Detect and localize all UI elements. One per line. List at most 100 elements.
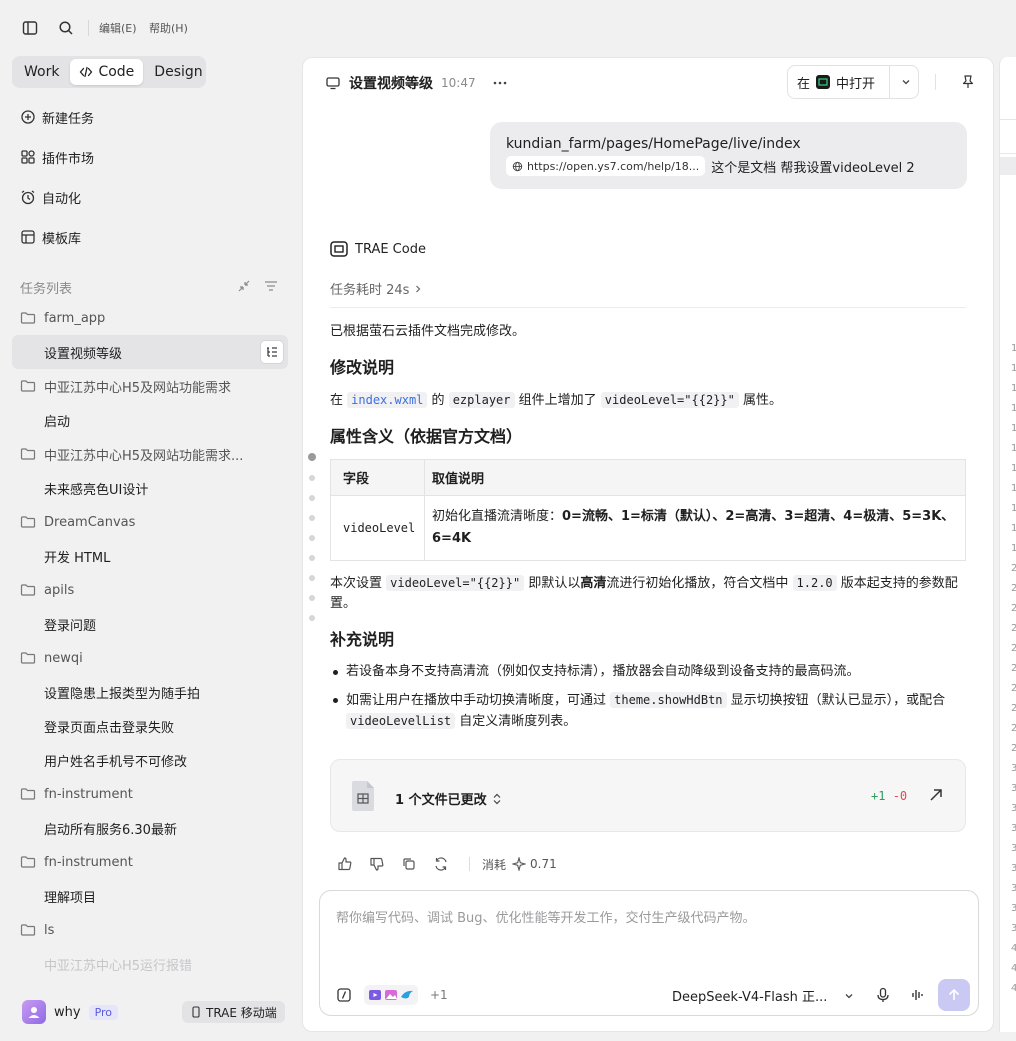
outline-dot[interactable] — [309, 575, 315, 581]
file-link[interactable]: index.wxml — [347, 392, 428, 408]
task-item[interactable]: 设置隐患上报类型为随手拍 — [12, 675, 288, 709]
open-external-icon[interactable] — [928, 787, 944, 803]
folder-item[interactable]: ls — [12, 913, 288, 947]
task-list: farm_app 设置视频等级 中亚江苏中心H5及网站功能需求 启动 中亚江苏中… — [12, 301, 288, 991]
task-label: 开发 HTML — [44, 550, 111, 566]
folder-item[interactable]: 中亚江苏中心H5及网站功能需求... — [12, 437, 288, 471]
title-bar: 编辑(E) 帮助(H) — [0, 0, 300, 56]
nav-templates[interactable]: 模板库 — [20, 227, 81, 247]
alarm-clock-icon — [20, 189, 36, 205]
task-list-detail-icon[interactable] — [260, 340, 284, 364]
line-number: 2 — [1011, 559, 1016, 579]
task-item[interactable]: 未来感亮色UI设计 — [12, 471, 288, 505]
outline-dot[interactable] — [309, 475, 315, 481]
task-item[interactable]: 登录问题 — [12, 607, 288, 641]
message-actions: 消耗 0.71 — [337, 854, 557, 874]
send-button[interactable] — [938, 979, 970, 1011]
task-item[interactable]: 登录页面点击登录失败 — [12, 709, 288, 743]
nav-plugins-label: 插件市场 — [42, 151, 95, 167]
editor-divider — [1000, 119, 1016, 120]
folder-item[interactable]: 中亚江苏中心H5及网站功能需求 — [12, 369, 288, 403]
folder-item[interactable]: newqi — [12, 641, 288, 675]
chevron-down-icon[interactable] — [900, 76, 912, 88]
link-chip[interactable]: https://open.ys7.com/help/18... — [506, 156, 706, 176]
mobile-app-label: TRAE 移动端 — [206, 1005, 277, 1020]
monitor-icon — [325, 75, 341, 91]
mobile-app-button[interactable]: TRAE 移动端 — [182, 1001, 285, 1023]
trae-code-icon — [330, 240, 348, 258]
outline-dot[interactable] — [309, 535, 315, 541]
outline-navigator[interactable] — [308, 453, 316, 635]
sparkle-icon — [512, 857, 527, 871]
folder-item[interactable]: DreamCanvas — [12, 505, 288, 539]
outline-dot[interactable] — [309, 515, 315, 521]
task-item[interactable]: 启动所有服务6.30最新 — [12, 811, 288, 845]
task-item[interactable]: 用户姓名手机号不可修改 — [12, 743, 288, 777]
files-changed-card[interactable]: 1 个文件已更改 +1 -0 — [330, 759, 966, 832]
voice-wave-icon[interactable] — [910, 987, 926, 1003]
composer-tools: +1 — [336, 985, 448, 1005]
outline-dot[interactable] — [309, 495, 315, 501]
diff-stats: +1 -0 — [871, 789, 907, 803]
folder-label: fn-instrument — [44, 786, 133, 802]
files-changed-toggle[interactable]: 1 个文件已更改 — [395, 789, 502, 808]
collapse-icon[interactable] — [237, 279, 251, 293]
more-options-icon[interactable] — [492, 75, 508, 91]
slash-command-icon[interactable] — [336, 987, 352, 1003]
mode-work[interactable]: Work — [15, 59, 68, 85]
heading-meaning: 属性含义（依据官方文档） — [330, 427, 523, 446]
line-number: 4 — [1011, 979, 1016, 999]
folder-label: fn-instrument — [44, 854, 133, 870]
folder-label: farm_app — [44, 310, 106, 326]
note-paragraph: 本次设置 videoLevel="{{2}}" 即默认以高清流进行初始化播放，符… — [330, 573, 966, 614]
folder-item[interactable]: fn-instrument — [12, 777, 288, 811]
thumbs-down-icon[interactable] — [369, 854, 401, 874]
outline-dot[interactable] — [308, 453, 316, 461]
line-number: 2 — [1011, 579, 1016, 599]
trae-app-icon — [816, 75, 831, 89]
line-number: 4 — [1011, 939, 1016, 959]
user-profile[interactable]: why Pro — [22, 1000, 119, 1024]
task-duration[interactable]: 任务耗时 24s — [330, 279, 423, 298]
text-span: 如需让用户在播放中手动切换清晰度，可通过 — [346, 693, 607, 708]
sidebar-toggle-icon[interactable] — [21, 19, 39, 37]
task-label: 设置视频等级 — [44, 346, 123, 362]
mode-design[interactable]: Design — [145, 59, 211, 85]
open-in-suffix: 中打开 — [836, 76, 876, 92]
outline-dot[interactable] — [309, 615, 315, 621]
editor-active-line — [1000, 157, 1016, 175]
mode-design-label: Design — [154, 64, 203, 80]
model-selector[interactable]: DeepSeek-V4-Flash 正... — [672, 986, 855, 1005]
folder-item[interactable]: apils — [12, 573, 288, 607]
filter-icon[interactable] — [264, 279, 278, 293]
task-item[interactable]: 启动 — [12, 403, 288, 437]
nav-automation[interactable]: 自动化 — [20, 187, 81, 207]
task-item[interactable]: 开发 HTML — [12, 539, 288, 573]
folder-item[interactable]: farm_app — [12, 301, 288, 335]
task-item[interactable]: 中亚江苏中心H5运行报错 — [12, 947, 288, 981]
task-label: 设置隐患上报类型为随手拍 — [44, 686, 201, 702]
prompt-input[interactable] — [336, 907, 956, 947]
mode-code[interactable]: Code — [70, 59, 144, 85]
outline-dot[interactable] — [309, 555, 315, 561]
menu-edit[interactable]: 编辑(E) — [99, 20, 137, 36]
regenerate-icon[interactable] — [433, 854, 465, 874]
task-item[interactable]: 理解项目 — [12, 879, 288, 913]
chevron-down-icon — [843, 990, 855, 1002]
task-item-selected[interactable]: 设置视频等级 — [12, 335, 288, 369]
folder-item[interactable]: fn-instrument — [12, 845, 288, 879]
pin-icon[interactable] — [960, 74, 976, 90]
outline-dot[interactable] — [309, 595, 315, 601]
microphone-icon[interactable] — [875, 987, 891, 1003]
open-in-button[interactable]: 在 中打开 — [787, 65, 919, 99]
line-number: 3 — [1011, 759, 1016, 779]
search-icon[interactable] — [57, 19, 75, 37]
menu-help[interactable]: 帮助(H) — [149, 20, 188, 36]
line-number: 1 — [1011, 419, 1016, 439]
editor-pane-edge: 111111111112222222222333333333444 — [999, 57, 1016, 1032]
nav-new-task[interactable]: 新建任务 — [20, 107, 94, 127]
nav-plugins[interactable]: 插件市场 — [20, 147, 94, 167]
copy-icon[interactable] — [401, 854, 433, 874]
thumbs-up-icon[interactable] — [337, 854, 369, 874]
context-sources[interactable] — [364, 985, 418, 1005]
